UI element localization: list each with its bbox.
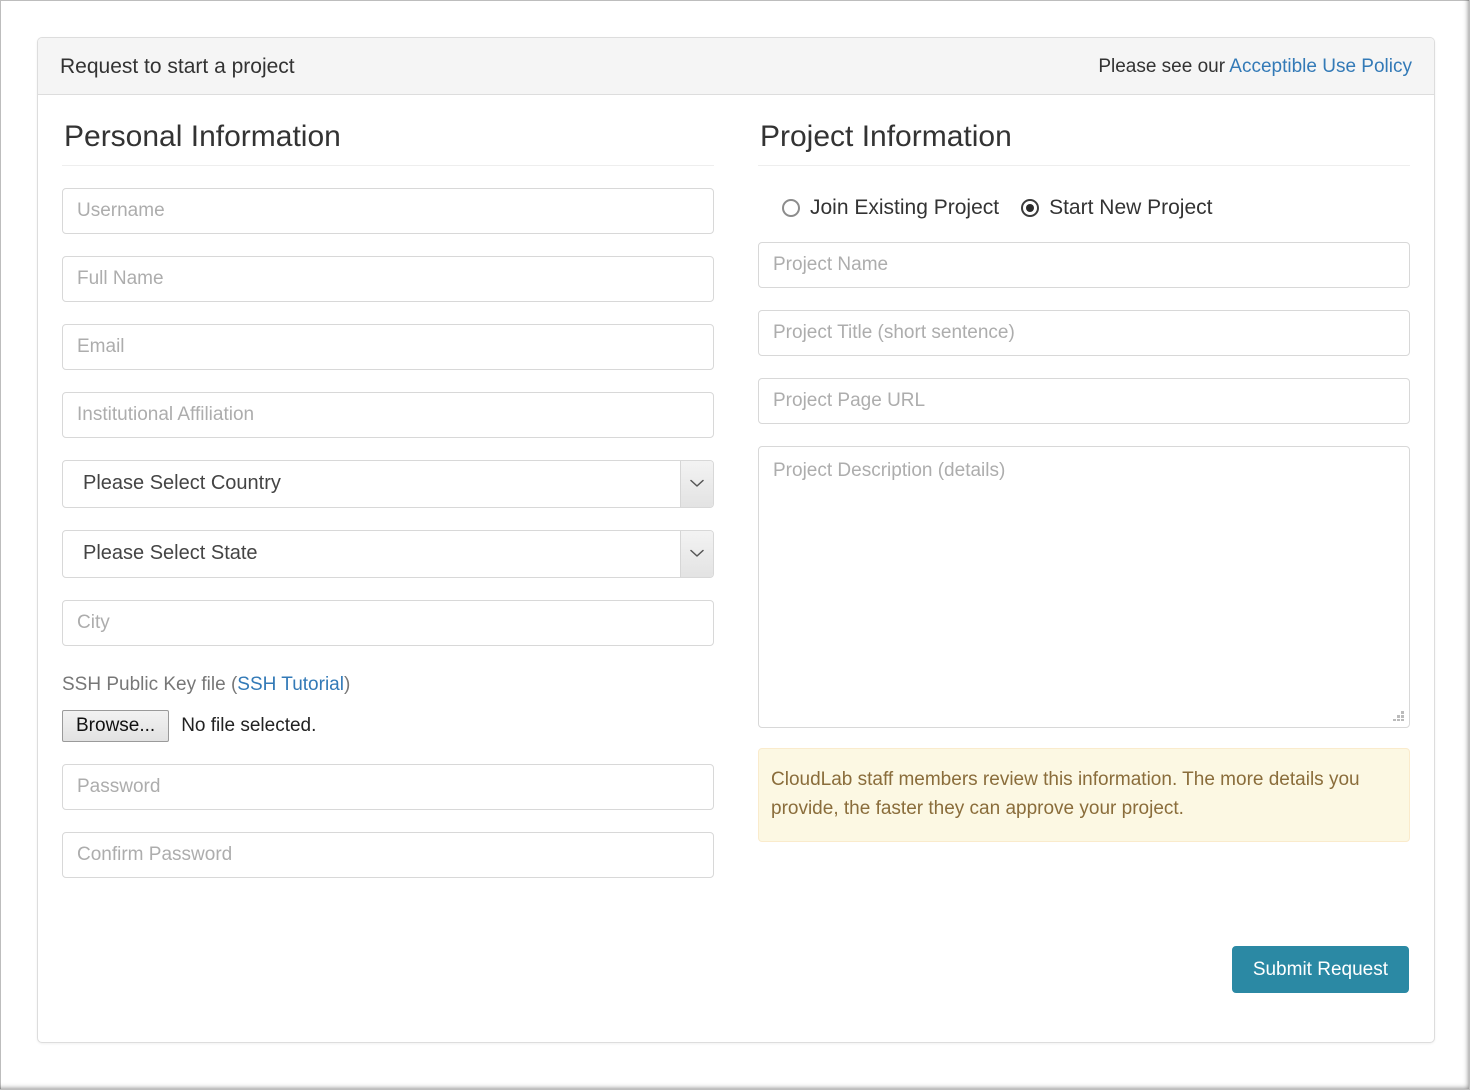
project-information-heading: Project Information <box>758 121 1410 166</box>
file-status-text: No file selected. <box>181 715 317 737</box>
chevron-down-icon <box>690 479 704 487</box>
project-description-wrap <box>758 445 1410 728</box>
submit-request-button[interactable]: Submit Request <box>1231 946 1409 994</box>
full-name-input[interactable] <box>62 255 714 302</box>
personal-information-column: Personal Information Please Select Count… <box>38 95 736 993</box>
password-input[interactable] <box>62 764 714 811</box>
acceptible-use-policy-link[interactable]: Acceptible Use Policy <box>1229 56 1412 77</box>
radio-join-existing-project-label: Join Existing Project <box>810 195 1000 219</box>
city-input[interactable] <box>62 599 714 646</box>
policy-notice-text: Please see our <box>1098 55 1230 77</box>
username-input[interactable] <box>62 187 714 234</box>
country-select-button[interactable] <box>680 460 713 507</box>
project-mode-radio-group: Join Existing Project Start New Project <box>758 196 1410 220</box>
institutional-affiliation-input[interactable] <box>62 391 714 438</box>
project-description-textarea[interactable] <box>758 445 1410 728</box>
ssh-label-prefix: SSH Public Key file ( <box>62 673 238 695</box>
screenshot-frame: Request to start a project Please see ou… <box>0 0 1470 1090</box>
panel-heading: Request to start a project Please see ou… <box>38 38 1434 95</box>
radio-dot-icon <box>1026 203 1035 212</box>
ssh-file-upload-row: Browse... No file selected. <box>62 710 714 743</box>
radio-start-new-project-label: Start New Project <box>1049 195 1213 219</box>
personal-information-heading: Personal Information <box>62 121 714 166</box>
project-title-input[interactable] <box>758 309 1410 356</box>
radio-join-existing-project[interactable]: Join Existing Project <box>782 196 999 220</box>
panel-body: Personal Information Please Select Count… <box>38 95 1434 994</box>
state-select-box[interactable]: Please Select State <box>62 529 714 578</box>
staff-review-notice: CloudLab staff members review this infor… <box>758 747 1410 843</box>
page-title: Request to start a project <box>60 54 295 78</box>
country-select-box[interactable]: Please Select Country <box>62 459 714 508</box>
project-page-url-input[interactable] <box>758 377 1410 424</box>
browse-button[interactable]: Browse... <box>62 710 170 743</box>
state-select-value: Please Select State <box>83 542 258 564</box>
state-select[interactable]: Please Select State <box>62 529 714 578</box>
country-select-value: Please Select Country <box>83 472 281 494</box>
country-select[interactable]: Please Select Country <box>62 459 714 508</box>
confirm-password-input[interactable] <box>62 832 714 879</box>
radio-circle-icon[interactable] <box>1021 198 1040 217</box>
policy-notice: Please see our Acceptible Use Policy <box>1098 57 1412 76</box>
project-information-column: Project Information Join Existing Projec… <box>736 95 1434 994</box>
ssh-label-suffix: ) <box>343 673 351 695</box>
project-name-input[interactable] <box>758 241 1410 288</box>
radio-circle-icon[interactable] <box>782 198 800 217</box>
request-project-panel: Request to start a project Please see ou… <box>37 37 1435 1043</box>
state-select-button[interactable] <box>680 530 713 577</box>
submit-row: Submit Request <box>758 946 1410 994</box>
ssh-tutorial-link[interactable]: SSH Tutorial <box>237 674 344 695</box>
ssh-public-key-label: SSH Public Key file (SSH Tutorial) <box>62 674 714 697</box>
email-input[interactable] <box>62 323 714 370</box>
chevron-down-icon <box>690 549 704 557</box>
radio-start-new-project[interactable]: Start New Project <box>1021 196 1212 220</box>
